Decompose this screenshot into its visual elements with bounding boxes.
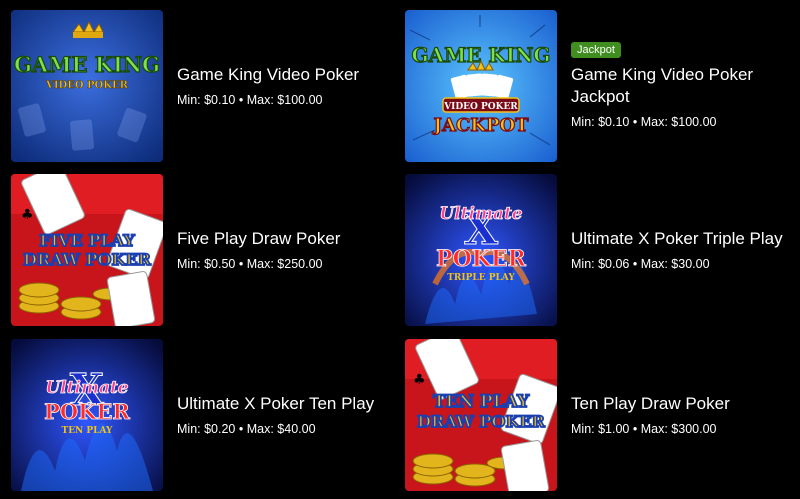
art-line2: POKER [44,399,130,424]
art-line1: Ultimate [439,204,522,224]
art-line2: POKER [436,246,527,272]
game-title[interactable]: Five Play Draw Poker [177,228,402,250]
art-line3: JACKPOT [431,115,529,136]
game-info: Game King Video Poker Min: $0.10 • Max: … [177,10,402,162]
max-bet: Max: $300.00 [640,422,717,436]
game-limits: Min: $0.50 • Max: $250.00 [177,256,402,272]
game-grid: GAME KING VIDEO POKER Game King Video Po… [0,0,800,499]
game-info: Ten Play Draw Poker Min: $1.00 • Max: $3… [571,339,796,491]
min-bet: Min: $0.10 [177,93,236,107]
game-title[interactable]: Ultimate X Poker Triple Play [571,228,796,250]
separator-dot: • [632,257,638,271]
game-limits: Min: $0.10 • Max: $100.00 [177,92,402,108]
game-card-five-play-draw-poker[interactable]: ♣ FIVE PLAY DRAW POKER Five Play Draw Po… [11,174,401,326]
game-title[interactable]: Ten Play Draw Poker [571,393,796,415]
min-bet: Min: $1.00 [571,422,630,436]
game-limits: Min: $1.00 • Max: $300.00 [571,421,796,437]
game-thumbnail[interactable]: ♣ TEN PLAY DRAW POKER [405,339,557,491]
game-info: Ultimate X Poker Ten Play Min: $0.20 • M… [177,339,402,491]
svg-text:♣: ♣ [21,207,34,223]
max-bet: Max: $100.00 [246,93,323,107]
art-line2: VIDEO POKER [443,102,518,112]
separator-dot: • [632,422,638,436]
art-line2: DRAW POKER [23,250,151,269]
game-thumbnail[interactable]: X Ultimate POKER TEN PLAY [11,339,163,491]
max-bet: Max: $30.00 [640,257,710,271]
art-line2: DRAW POKER [417,412,545,431]
art-line1: FIVE PLAY [39,231,135,250]
game-info: Jackpot Game King Video Poker Jackpot Mi… [571,10,796,162]
separator-dot: • [238,257,244,271]
art-line3: TRIPLE PLAY [447,273,515,283]
game-limits: Min: $0.10 • Max: $100.00 [571,114,796,130]
game-king-art: GAME KING VIDEO POKER [11,10,163,162]
game-card-game-king-video-poker[interactable]: GAME KING VIDEO POKER Game King Video Po… [11,10,401,162]
game-thumbnail[interactable]: X Ultimate POKER TRIPLE PLAY [405,174,557,326]
ten-play-art: ♣ TEN PLAY DRAW POKER [405,339,557,491]
min-bet: Min: $0.10 [571,115,630,129]
game-card-ultimate-x-ten-play[interactable]: X Ultimate POKER TEN PLAY Ultimate X Pok… [11,339,401,491]
game-card-ten-play-draw-poker[interactable]: ♣ TEN PLAY DRAW POKER Ten Play Draw Poke… [405,339,795,491]
max-bet: Max: $40.00 [246,422,316,436]
game-thumbnail[interactable]: GAME KING VIDEO POKER JACKPOT [405,10,557,162]
game-title[interactable]: Ultimate X Poker Ten Play [177,393,402,415]
five-play-art: ♣ FIVE PLAY DRAW POKER [11,174,163,326]
max-bet: Max: $100.00 [640,115,717,129]
game-title[interactable]: Game King Video Poker [177,64,402,86]
svg-text:♣: ♣ [413,372,426,388]
game-king-jackpot-art: GAME KING VIDEO POKER JACKPOT [405,10,557,162]
game-info: Five Play Draw Poker Min: $0.50 • Max: $… [177,174,402,326]
separator-dot: • [238,93,244,107]
game-limits: Min: $0.06 • Max: $30.00 [571,256,796,272]
art-line1: Ultimate [45,378,128,398]
game-title[interactable]: Game King Video Poker Jackpot [571,64,796,108]
game-card-game-king-jackpot[interactable]: GAME KING VIDEO POKER JACKPOT Jackpot Ga… [405,10,795,162]
jackpot-badge: Jackpot [571,42,621,58]
art-line2: VIDEO POKER [45,80,128,91]
art-line1: GAME KING [14,52,160,77]
separator-dot: • [238,422,244,436]
art-line3: TEN PLAY [62,426,114,436]
ultimate-x-triple-art: X Ultimate POKER TRIPLE PLAY [405,174,557,326]
separator-dot: • [632,115,638,129]
ultimate-x-ten-art: X Ultimate POKER TEN PLAY [11,339,163,491]
min-bet: Min: $0.20 [177,422,236,436]
art-line1: TEN PLAY [433,392,530,412]
game-thumbnail[interactable]: GAME KING VIDEO POKER [11,10,163,162]
game-limits: Min: $0.20 • Max: $40.00 [177,421,402,437]
game-thumbnail[interactable]: ♣ FIVE PLAY DRAW POKER [11,174,163,326]
game-card-ultimate-x-triple-play[interactable]: X Ultimate POKER TRIPLE PLAY Ultimate X … [405,174,795,326]
max-bet: Max: $250.00 [246,257,323,271]
min-bet: Min: $0.50 [177,257,236,271]
min-bet: Min: $0.06 [571,257,630,271]
game-info: Ultimate X Poker Triple Play Min: $0.06 … [571,174,796,326]
